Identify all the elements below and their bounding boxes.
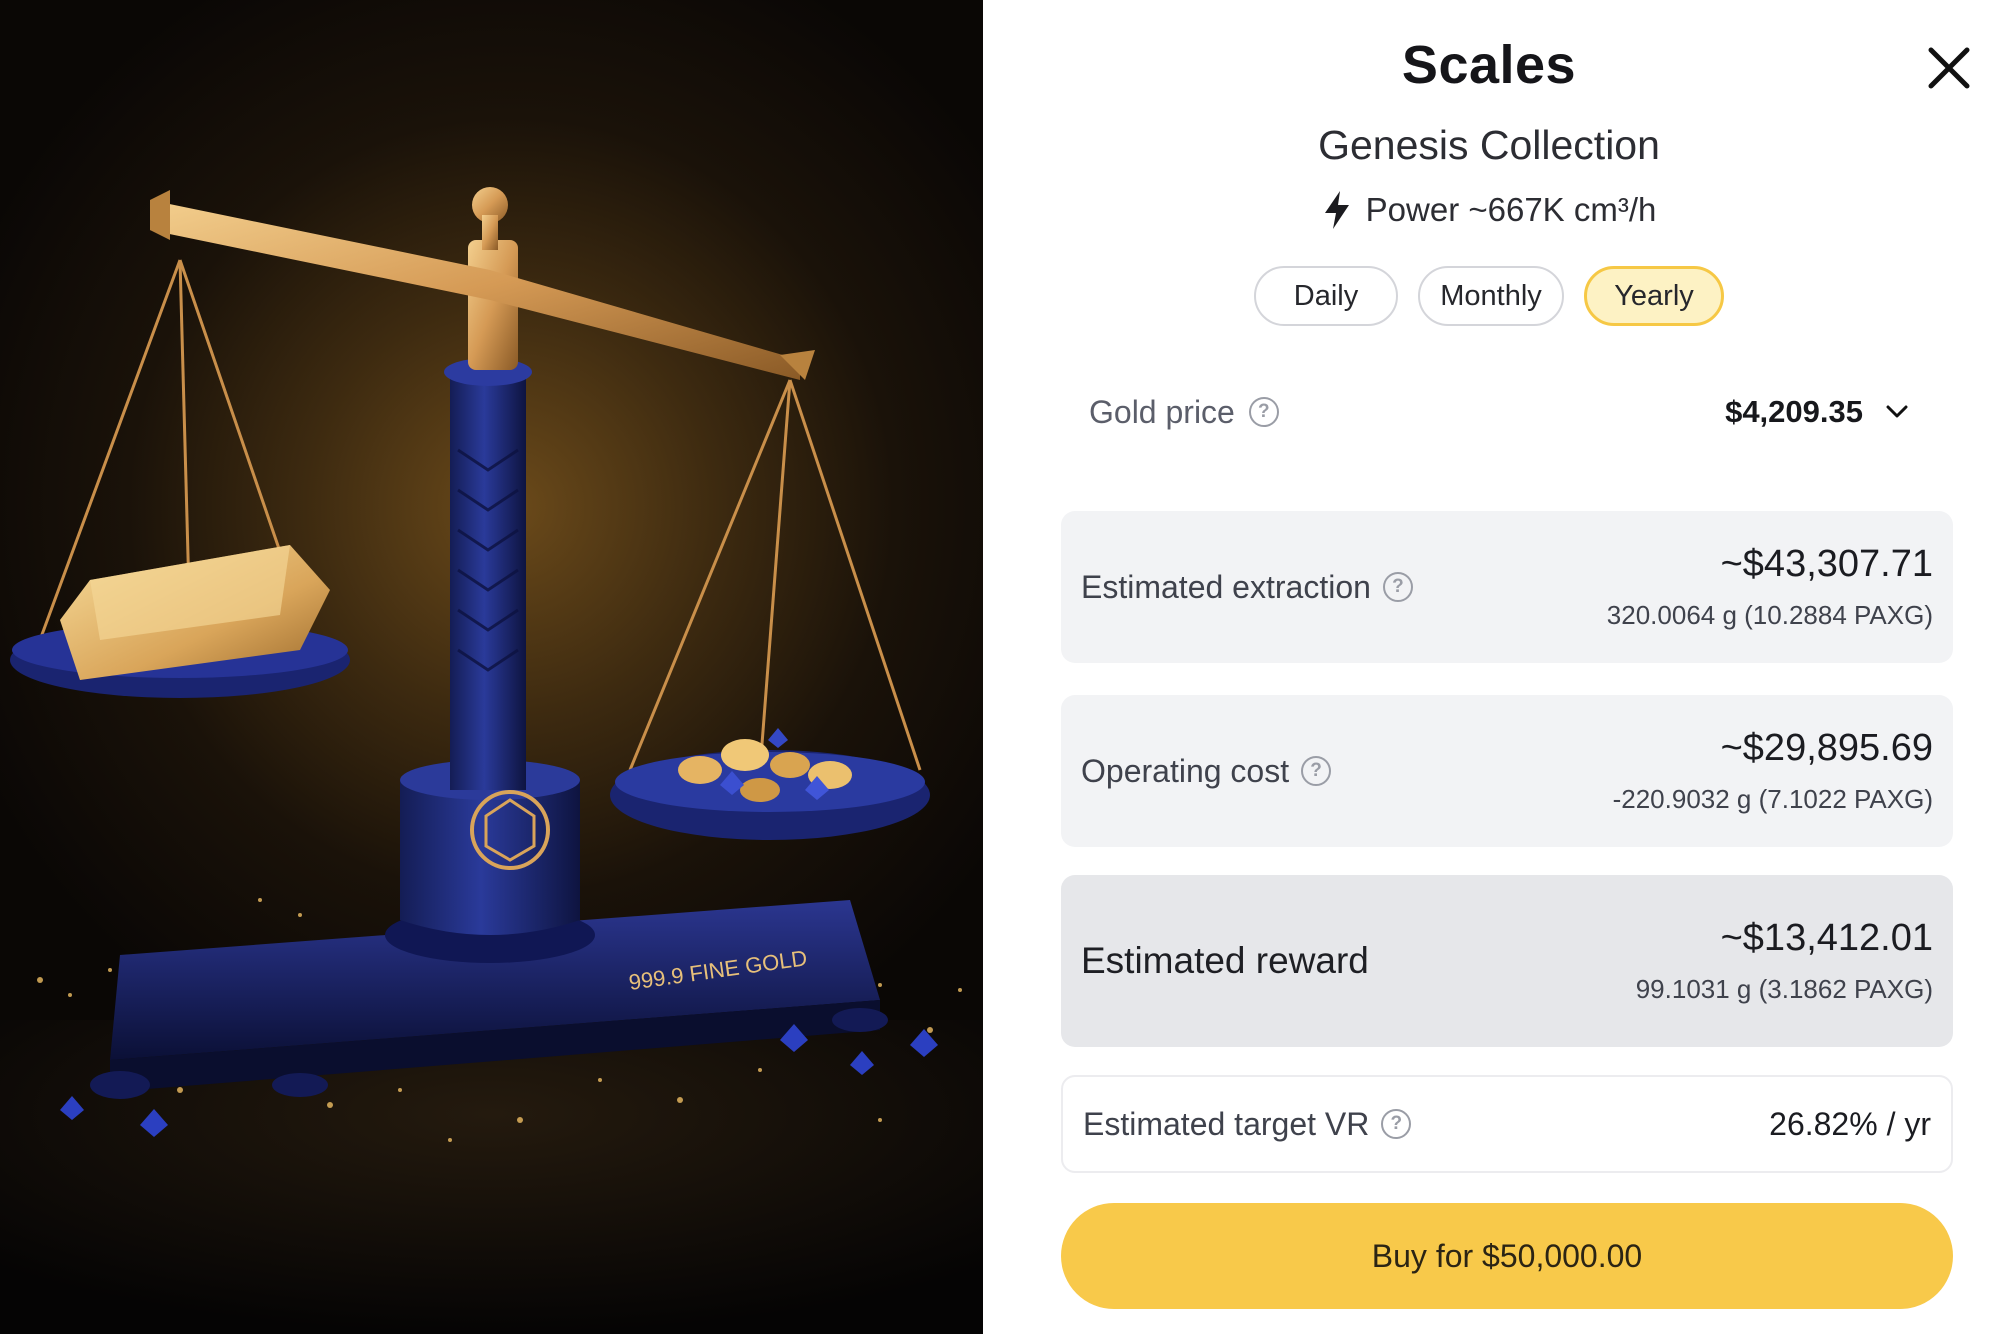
lightning-icon [1324,191,1349,229]
period-monthly-tab[interactable]: Monthly [1418,266,1564,326]
estimated-reward-detail: 99.1031 g (3.1862 PAXG) [1635,974,1933,1004]
help-icon[interactable]: ? [1301,756,1332,786]
estimated-reward-value: ~$13,412.01 [1720,917,1933,959]
operating-cost-value: ~$29,895.69 [1720,727,1933,769]
gold-price-value: $4,209.35 [1725,394,1863,429]
estimated-target-vr-label: Estimated target VR [1083,1105,1370,1142]
estimated-reward-card: Estimated reward ~$13,412.01 99.1031 g (… [1061,875,1953,1047]
estimated-target-vr-value: 26.82% / yr [1769,1105,1931,1142]
gold-price-row: Gold price ? $4,209.35 [1089,385,1909,439]
operating-cost-card: Operating cost ? ~$29,895.69 -220.9032 g… [1061,695,1953,847]
estimated-extraction-card: Estimated extraction ? ~$43,307.71 320.0… [1061,511,1953,663]
period-daily-tab[interactable]: Daily [1254,266,1398,326]
operating-cost-label: Operating cost [1081,752,1290,789]
help-icon[interactable]: ? [1382,572,1413,602]
gold-price-dropdown[interactable]: $4,209.35 [1725,394,1909,430]
estimated-target-vr-card: Estimated target VR ? 26.82% / yr [1061,1075,1953,1173]
help-icon[interactable]: ? [1381,1109,1412,1139]
details-panel: Scales Genesis Collection Power ~667K cm… [983,0,1995,1334]
buy-button[interactable]: Buy for $50,000.00 [1061,1203,1953,1309]
estimated-extraction-value: ~$43,307.71 [1720,543,1933,585]
chevron-down-icon [1886,405,1908,418]
page-title: Scales [1401,35,1577,95]
period-yearly-tab[interactable]: Yearly [1584,266,1724,326]
period-toggle: Daily Monthly Yearly [983,266,1995,326]
gold-price-label: Gold price [1089,393,1235,430]
gold-price-label-group: Gold price ? [1089,394,1279,431]
power-info: Power ~667K cm³/h [983,190,1995,230]
estimated-reward-label: Estimated reward [1081,940,1369,981]
scales-illustration: 999.9 FINE GOLD [0,187,983,1334]
right-chains [628,379,922,771]
product-image: 999.9 FINE GOLD [0,0,983,1334]
estimated-extraction-detail: 320.0064 g (10.2884 PAXG) [1606,600,1933,630]
operating-cost-detail: -220.9032 g (7.1022 PAXG) [1612,784,1933,814]
collection-name: Genesis Collection [1318,122,1660,168]
help-icon[interactable]: ? [1248,397,1279,427]
estimated-extraction-label: Estimated extraction [1081,568,1371,605]
power-text: Power ~667K cm³/h [1365,191,1657,228]
